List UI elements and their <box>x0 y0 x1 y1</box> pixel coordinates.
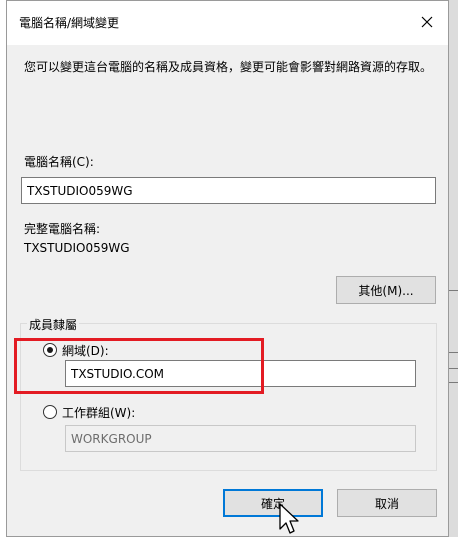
background-divider <box>449 352 458 353</box>
full-name-value: TXSTUDIO059WG <box>24 241 130 255</box>
dialog-title: 電腦名稱/網域變更 <box>19 16 120 30</box>
background-divider <box>449 382 458 383</box>
membership-group-title: 成員隸屬 <box>27 316 80 333</box>
workgroup-radio[interactable] <box>43 405 57 419</box>
cancel-button[interactable]: 取消 <box>337 489 437 517</box>
workgroup-input <box>65 425 416 452</box>
ok-button[interactable]: 確定 <box>223 489 323 517</box>
computer-name-dialog: 電腦名稱/網域變更 您可以變更這台電腦的名稱及成員資格，變更可能會影響對網路資源… <box>6 0 449 537</box>
close-button[interactable] <box>412 7 442 37</box>
full-name-label: 完整電腦名稱: <box>24 222 101 236</box>
background-divider <box>449 368 458 369</box>
background-divider <box>449 290 458 291</box>
cancel-button-label: 取消 <box>374 496 399 511</box>
computer-name-label: 電腦名稱(C): <box>24 155 94 169</box>
close-icon <box>421 16 433 28</box>
annotation-highlight-box <box>14 338 264 394</box>
more-button[interactable]: 其他(M)... <box>336 276 436 304</box>
background-window-edge <box>449 0 458 537</box>
dialog-description: 您可以變更這台電腦的名稱及成員資格，變更可能會影響對網路資源的存取。 <box>24 60 433 74</box>
more-button-label: 其他(M)... <box>358 283 414 298</box>
mouse-pointer-icon <box>279 503 299 534</box>
title-bar: 電腦名稱/網域變更 <box>7 1 448 45</box>
workgroup-radio-label[interactable]: 工作群組(W): <box>62 404 135 421</box>
computer-name-input[interactable] <box>21 177 436 204</box>
